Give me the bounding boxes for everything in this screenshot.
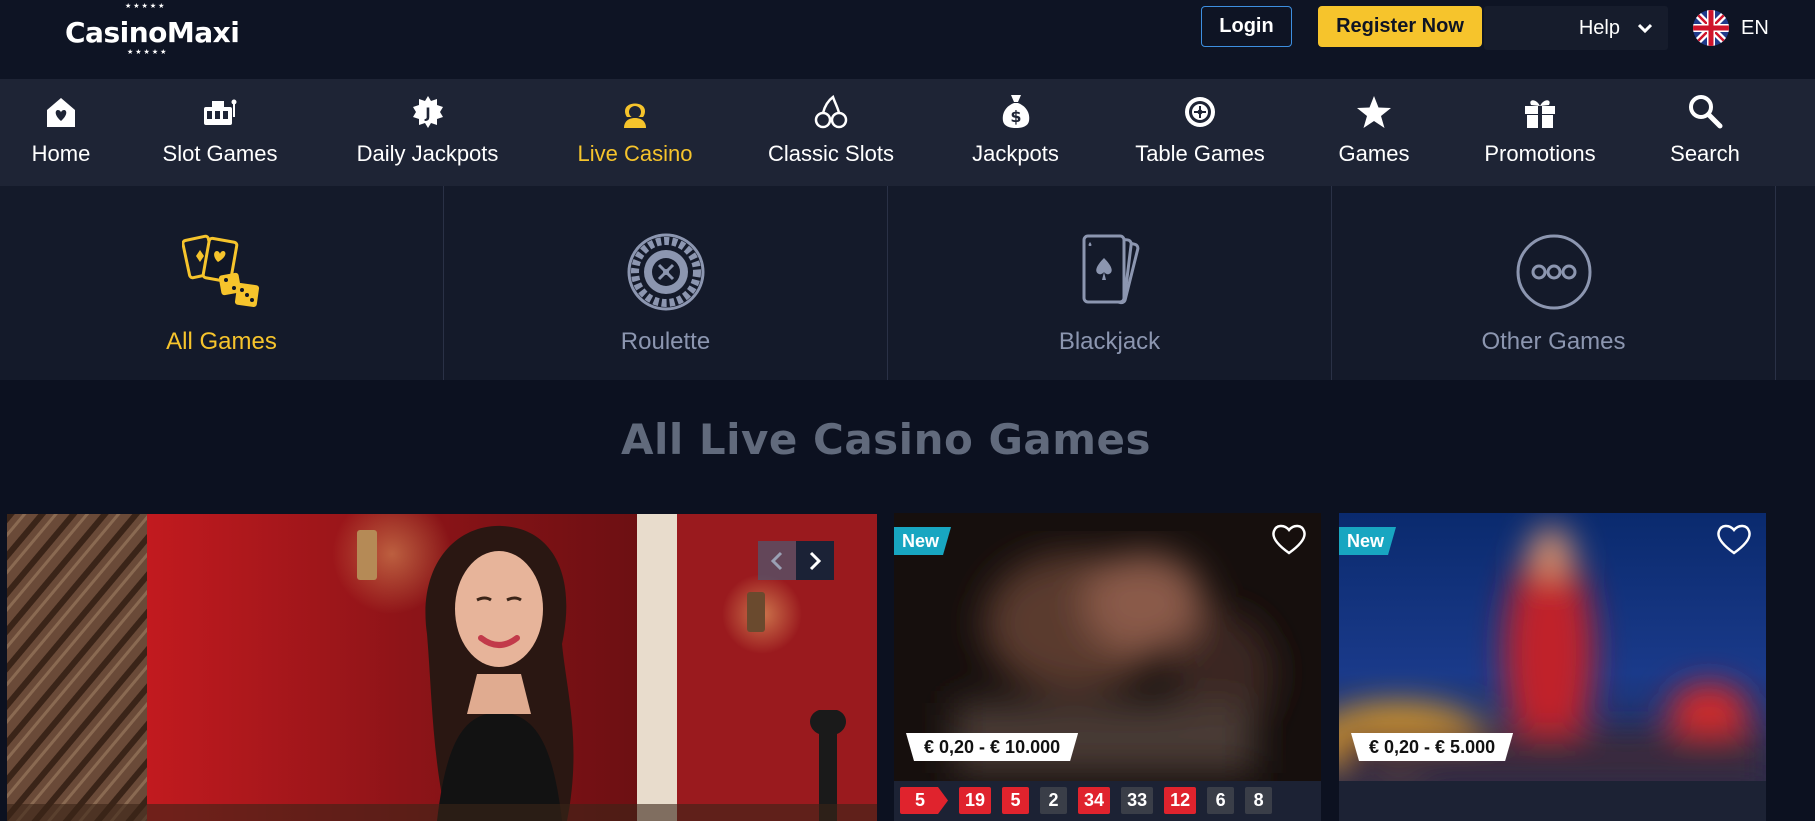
category-label: All Games xyxy=(166,328,277,355)
star-icon xyxy=(1357,96,1391,128)
language-selector[interactable]: EN xyxy=(1693,10,1769,46)
login-button[interactable]: Login xyxy=(1201,6,1292,47)
carousel-next-button[interactable] xyxy=(796,541,834,580)
game-card[interactable]: New € 0,20 - € 10.000 5 19 5 2 34 33 12 … xyxy=(894,513,1321,821)
tab-blackjack[interactable]: Blackjack xyxy=(888,186,1332,380)
chevron-left-icon xyxy=(770,551,783,570)
nav-item-live-casino[interactable]: Live Casino xyxy=(565,79,705,186)
svg-text:J: J xyxy=(424,106,430,122)
bet-limits: € 0,20 - € 10.000 xyxy=(906,733,1078,761)
svg-text:$: $ xyxy=(1010,107,1021,126)
home-heart-icon xyxy=(47,98,75,127)
tab-roulette[interactable]: Roulette xyxy=(444,186,888,380)
help-dropdown[interactable]: Help xyxy=(1484,6,1668,50)
result-number: 6 xyxy=(1207,787,1235,814)
favorite-heart-icon[interactable] xyxy=(1716,523,1752,555)
category-label: Blackjack xyxy=(1058,328,1161,355)
top-header: ★★★★★ CasinoMaxi ★★★★★ Login Register No… xyxy=(0,0,1815,79)
register-now-button[interactable]: Register Now xyxy=(1318,6,1482,47)
help-label: Help xyxy=(1578,16,1620,39)
result-number: 2 xyxy=(1040,787,1068,814)
nav-item-table-games[interactable]: Table Games xyxy=(1130,79,1270,186)
nav-item-daily-jackpots[interactable]: J Daily Jackpots xyxy=(350,79,505,186)
slot-machine-icon xyxy=(204,99,237,125)
nav-label: Live Casino xyxy=(577,141,693,166)
roulette-icon xyxy=(627,233,704,311)
cherries-icon xyxy=(814,95,848,129)
cards-dice-icon xyxy=(181,234,259,308)
gift-icon xyxy=(1525,100,1555,128)
category-label: Other Games xyxy=(1481,328,1626,355)
tab-all-games[interactable]: All Games xyxy=(0,186,444,380)
uk-flag-icon xyxy=(1693,10,1729,46)
tab-other-games[interactable]: Other Games xyxy=(1332,186,1776,380)
nav-label: Jackpots xyxy=(972,141,1059,166)
nav-label: Classic Slots xyxy=(768,141,894,166)
hero-carousel-controls xyxy=(758,541,834,580)
logo-text: CasinoMaxi xyxy=(65,16,240,49)
nav-item-promotions[interactable]: Promotions xyxy=(1475,79,1605,186)
nav-item-classic-slots[interactable]: Classic Slots xyxy=(762,79,900,186)
money-bag-icon: $ xyxy=(1002,95,1029,128)
casinomaxi-logo[interactable]: ★★★★★ CasinoMaxi ★★★★★ xyxy=(65,3,240,60)
result-number: 5 xyxy=(1002,787,1030,814)
nav-item-slot-games[interactable]: Slot Games xyxy=(155,79,285,186)
result-number: 5 xyxy=(900,787,948,814)
nav-item-home[interactable]: Home xyxy=(16,79,106,186)
nav-item-games[interactable]: Games xyxy=(1330,79,1418,186)
more-dots-icon xyxy=(1516,234,1591,310)
nav-item-jackpots[interactable]: $ Jackpots xyxy=(963,79,1068,186)
new-badge: New xyxy=(894,527,951,555)
nav-label: Table Games xyxy=(1135,141,1265,166)
nav-label: Promotions xyxy=(1484,141,1596,166)
game-card[interactable]: New € 0,20 - € 5.000 xyxy=(1339,513,1766,821)
result-number: 19 xyxy=(959,787,992,814)
section-title: All Live Casino Games xyxy=(620,415,1152,464)
hero-banner[interactable] xyxy=(7,514,877,821)
main-navigation: Home Slot Games J Daily Jackpots Live Ca… xyxy=(0,79,1815,186)
nav-label: Search xyxy=(1670,141,1740,166)
chevron-down-icon xyxy=(1638,23,1652,34)
dealer-icon xyxy=(624,103,646,128)
carousel-prev-button[interactable] xyxy=(758,541,796,580)
jackpot-badge-icon: J xyxy=(412,96,443,128)
nav-label: Home xyxy=(31,141,91,166)
result-number: 33 xyxy=(1121,787,1154,814)
chevron-right-icon xyxy=(809,551,822,570)
new-badge: New xyxy=(1339,527,1396,555)
nav-label: Daily Jackpots xyxy=(356,141,499,166)
result-number: 12 xyxy=(1164,787,1197,814)
search-icon xyxy=(1689,95,1723,129)
roulette-wheel-icon xyxy=(1185,97,1215,127)
result-number: 34 xyxy=(1078,787,1111,814)
nav-label: Slot Games xyxy=(162,141,278,166)
category-overflow xyxy=(1776,186,1815,380)
category-tabs: All Games Roulette Blackjack Other Games xyxy=(0,186,1815,380)
language-label: EN xyxy=(1741,16,1769,39)
favorite-heart-icon[interactable] xyxy=(1271,523,1307,555)
bet-limits: € 0,20 - € 5.000 xyxy=(1351,733,1513,761)
live-dealer-image xyxy=(7,514,877,821)
category-label: Roulette xyxy=(620,328,711,355)
result-number: 8 xyxy=(1245,787,1273,814)
nav-label: Games xyxy=(1338,141,1410,166)
playing-cards-icon xyxy=(1082,234,1139,305)
roulette-results: 5 19 5 2 34 33 12 6 8 xyxy=(900,787,1283,814)
nav-item-search[interactable]: Search xyxy=(1660,79,1750,186)
